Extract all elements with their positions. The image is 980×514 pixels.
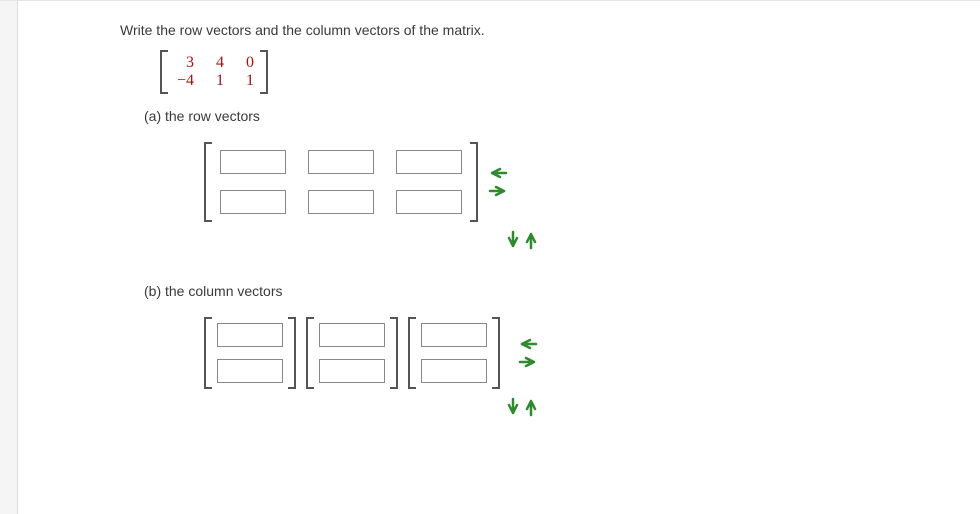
answer-input[interactable] (421, 359, 487, 383)
answer-input[interactable] (308, 190, 374, 214)
matrix-cell: −4 (174, 72, 194, 90)
answer-input[interactable] (217, 323, 283, 347)
add-row-button[interactable] (506, 397, 520, 420)
column-inputs (314, 317, 390, 389)
matrix-cell: 3 (174, 54, 194, 72)
column-nav-controls (488, 166, 508, 198)
matrix-row: −4 1 1 (174, 72, 254, 90)
given-matrix: 3 4 0 −4 1 1 (160, 50, 268, 94)
matrix-row: 3 4 0 (174, 54, 254, 72)
answer-input[interactable] (220, 150, 286, 174)
column-vector (204, 317, 296, 389)
matrix-cell: 0 (234, 54, 254, 72)
bracket-right-icon (260, 50, 268, 94)
question-content: Write the row vectors and the column vec… (120, 22, 840, 442)
bracket-right-icon (390, 317, 398, 389)
remove-column-button[interactable] (488, 166, 508, 180)
bracket-left-icon (408, 317, 416, 389)
column-vector (306, 317, 398, 389)
top-divider (0, 0, 980, 1)
row-vectors-matrix (204, 142, 840, 222)
bracket-left-icon (160, 50, 168, 94)
answer-input[interactable] (319, 323, 385, 347)
bracket-left-icon (204, 317, 212, 389)
column-vector (408, 317, 500, 389)
bracket-left-icon (204, 142, 212, 222)
answer-input[interactable] (319, 359, 385, 383)
row-nav-controls (204, 230, 840, 253)
remove-row-button[interactable] (524, 397, 538, 420)
input-grid (214, 142, 468, 222)
answer-input[interactable] (421, 323, 487, 347)
matrix-cell: 1 (204, 72, 224, 90)
part-b-label: (b) the column vectors (144, 283, 840, 299)
answer-input[interactable] (396, 190, 462, 214)
matrix-rows: 3 4 0 −4 1 1 (168, 50, 260, 94)
remove-row-button[interactable] (524, 230, 538, 253)
add-column-button[interactable] (518, 355, 538, 369)
column-inputs (212, 317, 288, 389)
column-nav-controls (518, 337, 538, 369)
answer-input[interactable] (308, 150, 374, 174)
add-column-button[interactable] (488, 184, 508, 198)
bracket-right-icon (288, 317, 296, 389)
part-a-answer (204, 142, 840, 253)
bracket-right-icon (470, 142, 478, 222)
add-row-button[interactable] (506, 230, 520, 253)
matrix-cell: 4 (204, 54, 224, 72)
question-prompt: Write the row vectors and the column vec… (120, 22, 840, 38)
answer-input[interactable] (396, 150, 462, 174)
bracket-left-icon (306, 317, 314, 389)
part-a-label: (a) the row vectors (144, 108, 840, 124)
remove-column-button[interactable] (518, 337, 538, 351)
bracket-right-icon (492, 317, 500, 389)
input-row (220, 190, 462, 214)
part-b-answer (204, 317, 840, 420)
row-nav-controls (204, 397, 840, 420)
answer-input[interactable] (217, 359, 283, 383)
input-row (220, 150, 462, 174)
column-inputs (416, 317, 492, 389)
left-gutter (0, 0, 18, 514)
column-vectors-group (204, 317, 840, 389)
matrix-cell: 1 (234, 72, 254, 90)
answer-input[interactable] (220, 190, 286, 214)
